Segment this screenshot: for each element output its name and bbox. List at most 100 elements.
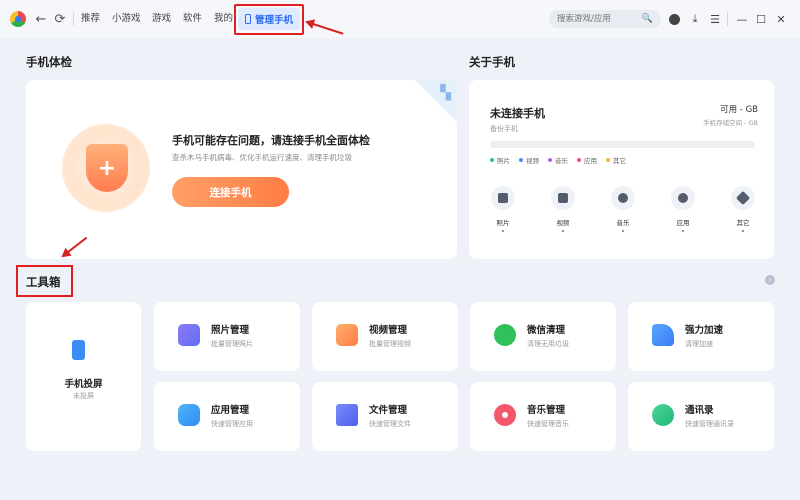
about-phone-card: 未连接手机 备份手机 可用 - GB 手机存储空间 - GB 照片 视频 音乐 … [469,80,774,259]
minimize-button[interactable]: — [734,11,750,27]
video-manager-icon [336,324,358,346]
tool-subtitle: 批量管理照片 [211,340,253,348]
tool-card-app[interactable]: 应用管理 快速管理应用 [154,382,300,451]
tool-card-file[interactable]: 文件管理 快速管理文件 [312,382,458,451]
stat-label: 视频 [556,219,570,227]
section-title-check: 手机体检 [26,55,72,69]
legend-label: 其它 [613,157,626,165]
photo-manager-icon [178,324,200,346]
tab-games[interactable]: 游戏 [152,11,171,27]
legend-label: 音乐 [555,157,568,165]
layers-icon[interactable] [731,186,755,210]
stat-value: - [501,227,505,235]
photo-glyph [498,193,508,203]
tool-subtitle: 未投屏 [73,392,94,400]
screen-cast-icon [72,340,90,360]
tool-subtitle: 清理无用垃圾 [527,340,569,348]
app-logo-icon [10,11,26,27]
divider [727,12,728,26]
photo-icon[interactable] [491,186,515,210]
maximize-button[interactable]: ☐ [753,11,769,27]
tool-title: 视频管理 [369,325,408,336]
shield-illustration: + [62,124,150,212]
legend-dot [577,158,581,162]
phone-check-card: ▚ + 手机可能存在问题，请连接手机全面体检 查杀木马手机病毒、优化手机运行速度… [26,80,457,259]
legend-item: 视频 [519,155,539,165]
menu-icon[interactable]: ☰ [707,11,723,27]
stat-label: 照片 [496,219,510,227]
tool-title: 音乐管理 [527,405,566,416]
music-icon[interactable] [611,186,635,210]
tool-card-boost[interactable]: 强力加速 清理加速 [628,302,774,371]
stat-value: - [741,227,745,235]
legend-item: 音乐 [548,155,568,165]
search-icon[interactable]: 🔍 [642,14,653,24]
tool-card-wechat[interactable]: 微信清理 清理无用垃圾 [470,302,616,371]
tool-card-contacts[interactable]: 通讯录 快速管理通讯录 [628,382,774,451]
rocket-icon [652,324,674,346]
qr-code-corner[interactable]: ▚ [415,80,457,122]
music-glyph [618,193,628,203]
wechat-icon [494,324,516,346]
tool-title: 照片管理 [211,325,250,336]
tab-mini-games[interactable]: 小游戏 [112,11,141,27]
tab-software[interactable]: 软件 [183,11,202,27]
tool-card-photo[interactable]: 照片管理 批量管理照片 [154,302,300,371]
search-input[interactable] [557,14,641,24]
search-box[interactable]: 🔍 [549,10,661,28]
available-storage: 可用 - GB [720,105,758,115]
section-title-toolbox: 工具箱 [26,275,61,289]
app-icon[interactable] [671,186,695,210]
folder-icon [336,404,358,426]
download-icon[interactable]: ⤓ [687,11,703,27]
tool-card-music[interactable]: 音乐管理 快速管理音乐 [470,382,616,451]
highlight-box-tab [234,4,304,35]
back-arrow-icon[interactable]: ← [32,10,50,28]
section-title-about: 关于手机 [469,55,515,69]
app-glyph [678,193,688,203]
tool-card-screen-cast[interactable]: 手机投屏 未投屏 [26,302,141,451]
legend-item: 应用 [577,155,597,165]
refresh-icon[interactable]: ⟳ [51,10,69,28]
tool-card-video[interactable]: 视频管理 批量管理视频 [312,302,458,371]
phone-call-icon [652,404,674,426]
stat-label: 应用 [676,219,690,227]
legend-item: 其它 [606,155,626,165]
tool-subtitle: 批量管理视频 [369,340,411,348]
check-title: 手机可能存在问题，请连接手机全面体检 [172,134,370,147]
storage-bar [490,141,755,148]
tab-mine[interactable]: 我的 [214,11,233,27]
phone-status-title: 未连接手机 [490,107,545,120]
app-manager-icon [178,404,200,426]
legend-label: 视频 [526,157,539,165]
legend-dot [490,158,494,162]
tool-title: 通讯录 [685,405,714,416]
divider [73,12,74,26]
close-button[interactable]: ✕ [773,11,789,27]
backup-phone-link[interactable]: 备份手机 [490,124,518,134]
legend-dot [548,158,552,162]
tool-title: 微信清理 [527,325,566,336]
stat-value: - [561,227,565,235]
music-disc-icon [494,404,516,426]
phone-storage-label: 手机存储空间 - GB [703,119,758,127]
connect-phone-button[interactable]: 连接手机 [172,177,289,207]
tool-subtitle: 清理加速 [685,340,713,348]
legend-label: 照片 [497,157,510,165]
tool-title: 文件管理 [369,405,408,416]
legend-item: 照片 [490,155,510,165]
stat-value: - [621,227,625,235]
tool-subtitle: 快速管理音乐 [527,420,569,428]
video-icon[interactable] [551,186,575,210]
tool-subtitle: 快速管理文件 [369,420,411,428]
layers-glyph [735,190,751,206]
account-button[interactable] [666,11,682,27]
tool-subtitle: 快速管理应用 [211,420,253,428]
tab-recommend[interactable]: 推荐 [81,11,100,27]
stat-value: - [681,227,685,235]
check-subtitle: 查杀木马手机病毒、优化手机运行速度、清理手机垃圾 [172,153,352,162]
shield-icon: + [86,144,128,192]
tool-title: 手机投屏 [64,379,103,390]
tool-title: 应用管理 [211,405,250,416]
scroll-right-button[interactable]: › [765,275,775,285]
